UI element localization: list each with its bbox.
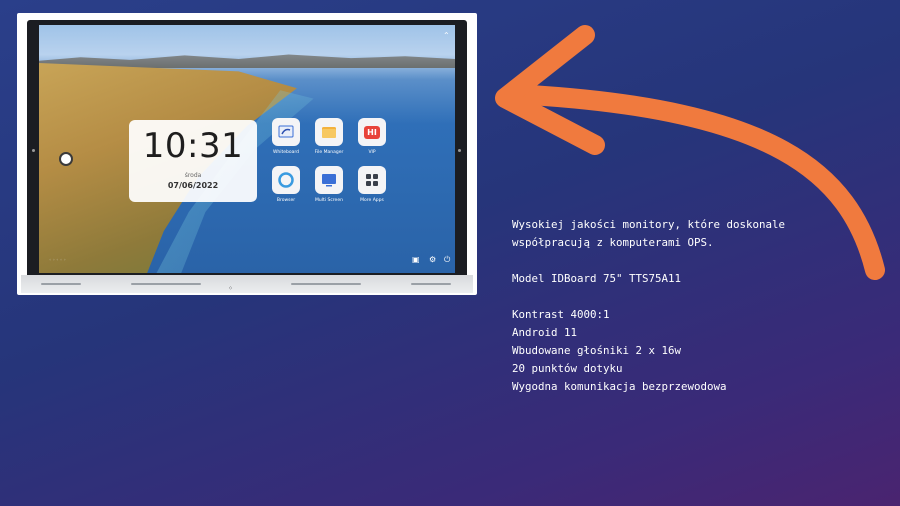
app-whiteboard[interactable]: Whiteboard — [266, 118, 306, 164]
multi-screen-icon — [315, 166, 343, 194]
intro-line: współpracują z komputerami OPS. — [512, 236, 714, 249]
spec-item: 20 punktów dotyku — [512, 362, 623, 375]
monitor-bezel: 10:31 środa 07/06/2022 Whiteboard File M… — [27, 20, 467, 282]
spec-item: Wygodna komunikacja bezprzewodowa — [512, 380, 727, 393]
app-file-manager[interactable]: File Manager — [309, 118, 349, 164]
app-label: More Apps — [360, 198, 384, 203]
clock-widget[interactable]: 10:31 środa 07/06/2022 — [129, 120, 257, 202]
hi-icon: HI — [358, 118, 386, 146]
android-home-screen: 10:31 środa 07/06/2022 Whiteboard File M… — [39, 25, 455, 273]
left-edge-button — [32, 149, 35, 152]
clock-date: 07/06/2022 — [167, 181, 219, 190]
power-icon[interactable]: ⏻ — [444, 255, 450, 265]
app-label: Whiteboard — [272, 150, 300, 155]
product-description: Wysokiej jakości monitory, które doskona… — [512, 216, 892, 396]
spec-item: Android 11 — [512, 326, 578, 339]
speaker-grille — [131, 283, 201, 285]
browser-icon — [272, 166, 300, 194]
app-label: Browser — [276, 198, 296, 203]
front-port-bar — [411, 283, 451, 285]
app-vip[interactable]: HI VIP — [352, 118, 392, 164]
app-label: VIP — [368, 150, 376, 155]
spec-item: Kontrast 4000:1 — [512, 308, 610, 321]
brand-logo: ◇ — [229, 285, 233, 290]
gallery-icon[interactable]: ▣ — [412, 255, 420, 264]
clock-time: 10:31 — [142, 126, 244, 166]
folder-icon — [315, 118, 343, 146]
model-line: Model IDBoard 75" TTS75A11 — [512, 272, 682, 285]
monitor-bottom-panel: ◇ — [21, 275, 473, 293]
floating-menu-button[interactable] — [59, 152, 73, 166]
right-edge-button — [458, 149, 461, 152]
hi-badge: HI — [364, 125, 380, 139]
app-more-apps[interactable]: More Apps — [352, 166, 392, 212]
app-label: Multi Screen — [315, 198, 343, 203]
grid-icon — [358, 166, 386, 194]
wallpaper-mountains — [39, 54, 455, 68]
whiteboard-icon — [272, 118, 300, 146]
app-multi-screen[interactable]: Multi Screen — [309, 166, 349, 212]
app-browser[interactable]: Browser — [266, 166, 306, 212]
spec-item: Wbudowane głośniki 2 x 16w — [512, 344, 682, 357]
front-port-bar — [41, 283, 81, 285]
settings-icon[interactable]: ⚙ — [429, 255, 436, 264]
monitor-frame: 10:31 środa 07/06/2022 Whiteboard File M… — [17, 13, 477, 295]
intro-line: Wysokiej jakości monitory, które doskona… — [512, 218, 786, 231]
app-label: File Manager — [314, 150, 344, 155]
clock-day: środa — [184, 172, 202, 179]
speaker-grille — [291, 283, 361, 285]
status-bar-left: ◦ ◦ ◦ ◦ ◦ — [49, 257, 66, 262]
top-corner-icon: ⌃ — [443, 31, 450, 40]
